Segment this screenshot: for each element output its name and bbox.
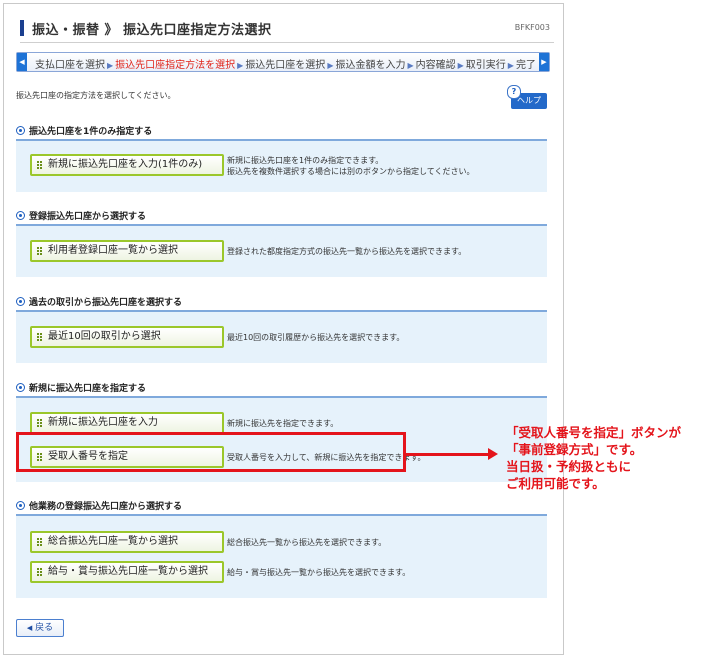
step-select-payee-account: 振込先口座を選択 <box>245 60 326 71</box>
section-other-service-payee: 総合振込先口座一覧から選択 総合振込先一覧から振込先を選択できます。 給与・賞与… <box>16 514 547 598</box>
step-separator-icon: ▶ <box>507 61 514 70</box>
help-question-icon[interactable]: ? <box>507 85 521 99</box>
section-heading-registered-payee: 登録振込先口座から選択する <box>16 209 146 223</box>
grip-icon <box>37 538 43 546</box>
grip-icon <box>37 161 43 169</box>
back-button[interactable]: ◀ 戻る <box>16 619 64 637</box>
step-select-debit-account: 支払口座を選択 <box>35 60 105 71</box>
annotation-arrow-line <box>406 453 488 456</box>
annotation-arrow-head-icon <box>488 448 498 460</box>
title-accent-bar <box>20 20 24 36</box>
page-title: 振込・振替 》 振込先口座指定方法選択 <box>32 23 272 38</box>
option-description: 登録された都度指定方式の振込先一覧から振込先を選択できます。 <box>227 247 467 256</box>
step-scroll-left-icon[interactable]: ◀ <box>17 53 27 71</box>
radio-bullet-icon <box>16 211 25 220</box>
new-payee-input-button[interactable]: 新規に振込先口座を入力 <box>30 412 224 434</box>
step-separator-icon: ▶ <box>237 61 244 70</box>
option-description: 給与・賞与振込先一覧から振込先を選択できます。 <box>227 568 411 577</box>
grip-icon <box>37 568 43 576</box>
option-description: 新規に振込先を指定できます。 <box>227 419 339 428</box>
radio-bullet-icon <box>16 126 25 135</box>
grip-icon <box>37 419 43 427</box>
step-scroll-right-icon[interactable]: ▶ <box>539 53 549 71</box>
step-enter-amount: 振込金額を入力 <box>335 60 406 71</box>
section-heading-single-payee: 振込先口座を1件のみ指定する <box>16 124 152 138</box>
radio-bullet-icon <box>16 501 25 510</box>
section-heading-other-service-payee: 他業務の登録振込先口座から選択する <box>16 499 182 513</box>
option-description: 総合振込先一覧から振込先を選択できます。 <box>227 538 387 547</box>
section-single-payee: 新規に振込先口座を入力(1件のみ) 新規に振込先口座を1件のみ指定できます。 振込… <box>16 139 547 192</box>
help-area: ヘルプ ? <box>507 85 547 109</box>
page-header: 振込・振替 》 振込先口座指定方法選択 BFKF003 <box>20 18 554 43</box>
option-description: 新規に振込先口座を1件のみ指定できます。 振込先を複数件選択する場合には別のボタン… <box>227 156 475 176</box>
step-separator-icon: ▶ <box>107 61 114 70</box>
section-registered-payee: 利用者登録口座一覧から選択 登録された都度指定方式の振込先一覧から振込先を選択で… <box>16 224 547 277</box>
new-payee-single-button[interactable]: 新規に振込先口座を入力(1件のみ) <box>30 154 224 176</box>
grip-icon <box>37 333 43 341</box>
step-confirm: 内容確認 <box>415 60 456 71</box>
back-arrow-icon: ◀ <box>26 624 33 632</box>
option-description: 最近10回の取引履歴から振込先を選択できます。 <box>227 333 405 342</box>
grip-icon <box>37 247 43 255</box>
radio-bullet-icon <box>16 297 25 306</box>
step-select-payee-method: 振込先口座指定方法を選択 <box>115 60 236 71</box>
step-progress-bar: ◀ 支払口座を選択 ▶ 振込先口座指定方法を選択 ▶ 振込先口座を選択 ▶ 振込金額を入力 ▶… <box>16 52 550 72</box>
step-separator-icon: ▶ <box>457 61 464 70</box>
step-separator-icon: ▶ <box>407 61 414 70</box>
step-execute: 取引実行 <box>465 60 506 71</box>
section-heading-past-transactions: 過去の取引から振込先口座を選択する <box>16 295 182 309</box>
section-past-transactions: 最近10回の取引から選択 最近10回の取引履歴から振込先を選択できます。 <box>16 310 547 363</box>
step-separator-icon: ▶ <box>327 61 334 70</box>
recent-10-transactions-button[interactable]: 最近10回の取引から選択 <box>30 326 224 348</box>
general-transfer-list-button[interactable]: 総合振込先口座一覧から選択 <box>30 531 224 553</box>
instruction-text: 振込先口座の指定方法を選択してください。 <box>16 91 176 100</box>
section-heading-new-payee: 新規に振込先口座を指定する <box>16 381 146 395</box>
annotation-callout: 「受取人番号を指定」ボタンが 「事前登録方式」です。 当日扱・予約扱ともに ご利… <box>506 425 682 491</box>
registered-account-list-button[interactable]: 利用者登録口座一覧から選択 <box>30 240 224 262</box>
annotation-highlight-box <box>16 432 406 472</box>
salary-bonus-list-button[interactable]: 給与・賞与振込先口座一覧から選択 <box>30 561 224 583</box>
step-list: 支払口座を選択 ▶ 振込先口座指定方法を選択 ▶ 振込先口座を選択 ▶ 振込金額を入力 ▶ 内容… <box>35 56 536 71</box>
screen-id: BFKF003 <box>514 23 550 32</box>
radio-bullet-icon <box>16 383 25 392</box>
step-complete: 完了 <box>515 60 536 71</box>
